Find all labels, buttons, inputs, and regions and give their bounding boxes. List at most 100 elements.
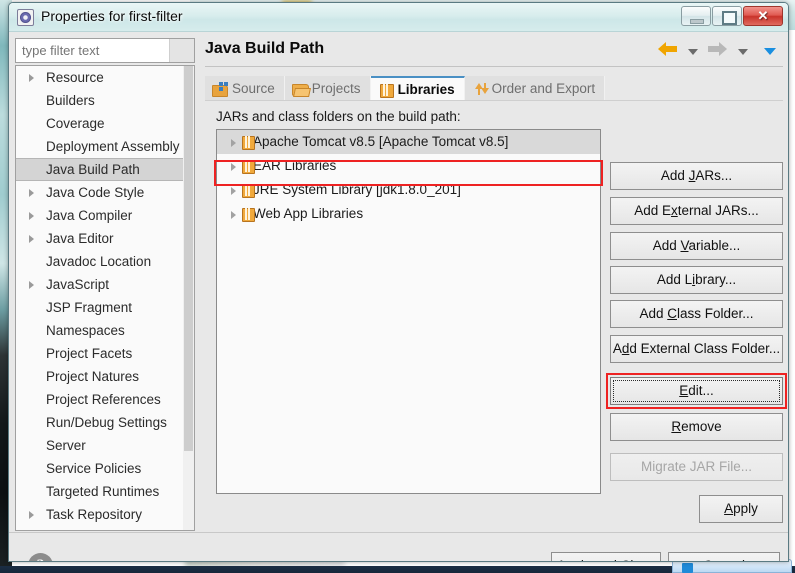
tab-label: Libraries [397,82,455,97]
library-book-icon [241,160,255,174]
library-row[interactable]: JRE System Library [jdk1.8.0_201] [217,178,600,202]
apply-button[interactable]: Apply [699,495,783,523]
close-button[interactable]: ✕ [743,6,783,26]
restore-button[interactable] [712,6,742,26]
expand-triangle-icon[interactable] [231,139,236,147]
sidebar-item-targeted-runtimes[interactable]: Targeted Runtimes [16,480,194,503]
expand-triangle-icon[interactable] [29,511,34,519]
cancel-button[interactable]: Cancel [668,552,780,561]
button-label: Remove [671,419,722,434]
back-chevron-down-icon[interactable] [687,48,698,55]
dialog-body: Resource Builders Coverage Deployment Assem… [9,32,788,561]
add-library-button[interactable]: Add Library... [610,266,783,294]
button-label: Apply [724,501,758,516]
sidebar-item-label: Resource [46,70,104,85]
expand-triangle-icon[interactable] [231,163,236,171]
sidebar-item-java-compiler[interactable]: Java Compiler [16,204,194,227]
sidebar-item-label: Java Compiler [46,208,133,223]
tab-bar: Source Projects Libraries Order and Export [205,76,606,101]
tab-order-and-export[interactable]: Order and Export [464,76,606,101]
settings-tree-scrollbar[interactable] [183,66,194,530]
library-row[interactable]: Web App Libraries [217,202,600,226]
expand-triangle-icon[interactable] [231,211,236,219]
sidebar-item-label: Javadoc Location [46,254,152,269]
sidebar-item-java-editor[interactable]: Java Editor [16,227,194,250]
button-label: Edit... [679,383,714,398]
library-row[interactable]: EAR Libraries [217,154,600,178]
sidebar-item-builders[interactable]: Builders [16,89,194,112]
view-menu-chevron-down-icon[interactable] [764,48,776,55]
properties-dialog: Properties for first-filter ✕ Resource Bu… [8,2,789,562]
expand-triangle-icon[interactable] [231,187,236,195]
sidebar-item-label: Java Code Style [46,185,145,200]
tab-libraries[interactable]: Libraries [370,76,465,101]
sidebar-item-label: Targeted Runtimes [46,484,160,499]
button-label: Add Class Folder... [639,306,754,321]
sidebar-item-project-natures[interactable]: Project Natures [16,365,194,388]
back-arrow-icon[interactable] [658,42,678,61]
add-external-jars-button[interactable]: Add External JARs... [610,197,783,225]
forward-arrow-icon[interactable] [708,42,728,61]
button-label: Add Library... [656,272,737,287]
library-row[interactable]: Apache Tomcat v8.5 [Apache Tomcat v8.5] [217,130,600,154]
sidebar-item-label: Builders [46,93,95,108]
tab-source[interactable]: Source [205,76,285,101]
sidebar-item-coverage[interactable]: Coverage [16,112,194,135]
sidebar-item-label: JavaScript [46,277,110,292]
taskbar-app-icon [682,563,693,573]
add-jars-button[interactable]: Add JARs... [610,162,783,190]
remove-button[interactable]: Remove [610,413,783,441]
forward-chevron-down-icon[interactable] [737,48,748,55]
expand-triangle-icon[interactable] [29,281,34,289]
settings-tree[interactable]: Resource Builders Coverage Deployment Assem… [15,65,195,531]
library-label: Web App Libraries [253,206,364,221]
library-book-icon [241,184,255,198]
button-label: Add External Class Folder... [612,341,781,356]
sidebar-item-task-repository[interactable]: Task Repository [16,503,194,526]
window-title: Properties for first-filter [41,8,183,24]
clear-filter-button[interactable] [169,39,194,62]
sidebar-item-label: Java Editor [46,231,114,246]
apply-and-close-button[interactable]: Apply and Close [551,552,661,561]
header-divider [205,66,783,67]
sidebar-item-label: Task Repository [46,507,143,522]
sidebar-item-java-code-style[interactable]: Java Code Style [16,181,194,204]
sidebar-item-namespaces[interactable]: Namespaces [16,319,194,342]
sidebar-item-run-debug-settings[interactable]: Run/Debug Settings [16,411,194,434]
button-label: Migrate JAR File... [640,459,753,474]
sidebar-item-deployment-assembly[interactable]: Deployment Assembly [16,135,194,158]
settings-tree-items: Resource Builders Coverage Deployment Assem… [16,66,194,526]
expand-triangle-icon[interactable] [29,235,34,243]
sidebar-item-server[interactable]: Server [16,434,194,457]
sidebar-item-javadoc-location[interactable]: Javadoc Location [16,250,194,273]
sidebar-item-project-facets[interactable]: Project Facets [16,342,194,365]
add-external-class-folder-button[interactable]: Add External Class Folder... [610,335,783,363]
expand-triangle-icon[interactable] [29,189,34,197]
expand-triangle-icon[interactable] [29,212,34,220]
tab-label: Projects [311,81,361,96]
expand-triangle-icon[interactable] [29,74,34,82]
sidebar-item-java-build-path[interactable]: Java Build Path [16,158,194,181]
filter-box [15,38,195,63]
sidebar-item-label: JSP Fragment [46,300,133,315]
scrollbar-thumb[interactable] [184,66,193,451]
add-variable-button[interactable]: Add Variable... [610,232,783,260]
add-class-folder-button[interactable]: Add Class Folder... [610,300,783,328]
sidebar-item-project-references[interactable]: Project References [16,388,194,411]
search-input[interactable] [16,39,168,62]
sidebar-item-service-policies[interactable]: Service Policies [16,457,194,480]
help-icon[interactable]: ? [28,553,53,561]
minimize-button[interactable] [681,6,711,26]
button-label: Add External JARs... [634,203,759,218]
library-book-icon [241,136,255,150]
library-label: EAR Libraries [253,158,337,173]
libraries-list[interactable]: Apache Tomcat v8.5 [Apache Tomcat v8.5] E… [216,129,601,494]
sidebar-item-label: Java Build Path [46,162,140,177]
edit-button[interactable]: Edit... [610,377,783,405]
sidebar-item-jsp-fragment[interactable]: JSP Fragment [16,296,194,319]
sidebar-item-label: Project Facets [46,346,133,361]
sidebar-item-resource[interactable]: Resource [16,66,194,89]
list-caption: JARs and class folders on the build path… [216,109,461,124]
tab-projects[interactable]: Projects [284,76,371,101]
sidebar-item-javascript[interactable]: JavaScript [16,273,194,296]
